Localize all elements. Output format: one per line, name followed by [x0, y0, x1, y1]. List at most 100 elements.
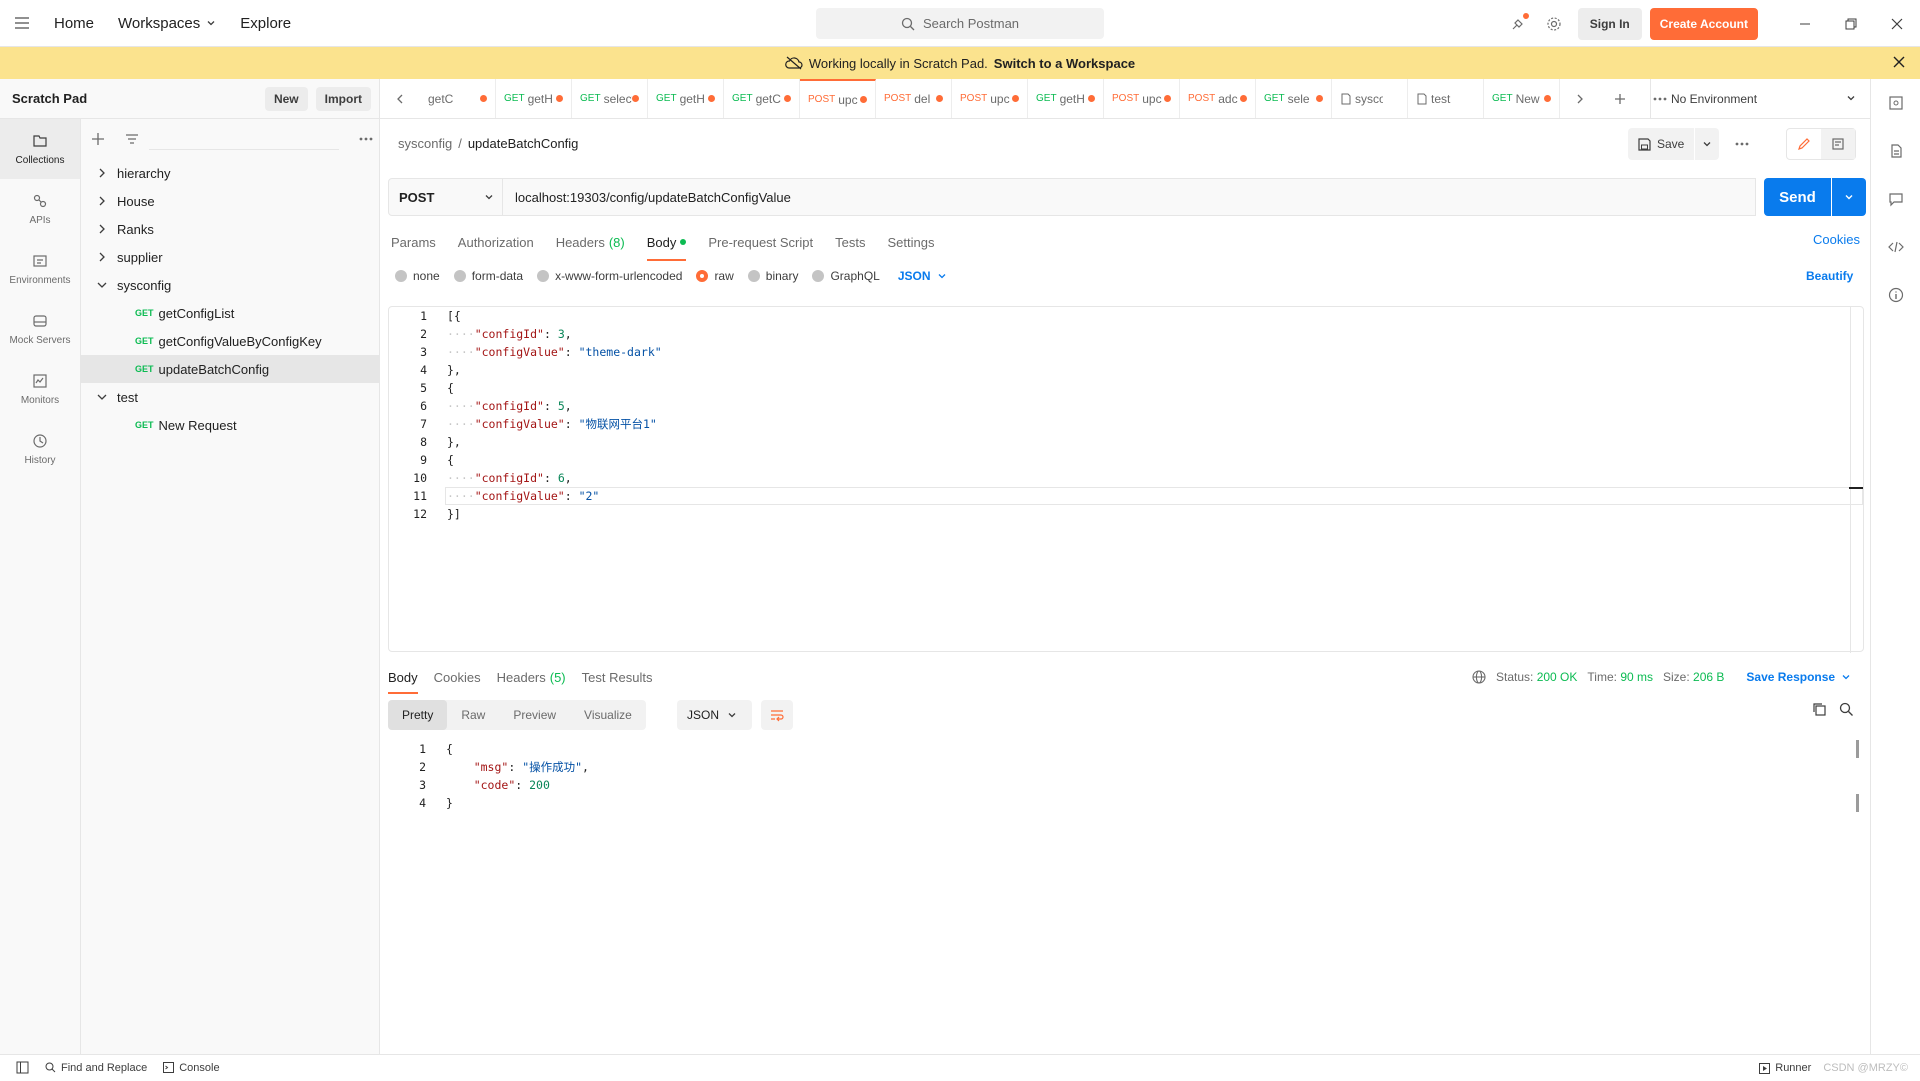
send-button[interactable]: Send — [1764, 178, 1831, 216]
folder-hierarchy[interactable]: hierarchy — [81, 159, 379, 187]
settings-gear-icon[interactable] — [1538, 8, 1570, 40]
minimize-icon[interactable] — [1782, 0, 1828, 47]
raw-type-select[interactable]: JSON — [898, 269, 947, 283]
resp-tab-body[interactable]: Body — [388, 664, 418, 694]
info-icon[interactable] — [1871, 271, 1920, 319]
response-scrollbar-thumb[interactable] — [1856, 740, 1859, 758]
request-tab[interactable]: GET sele — [1256, 79, 1332, 118]
save-button[interactable]: Save — [1628, 128, 1695, 160]
resp-tab-cookies[interactable]: Cookies — [434, 664, 481, 690]
nav-environments[interactable]: Environments — [0, 239, 80, 299]
save-response-button[interactable]: Save Response — [1746, 670, 1851, 684]
globe-icon[interactable] — [1472, 670, 1486, 684]
switch-workspace-link[interactable]: Switch to a Workspace — [994, 56, 1135, 71]
comment-mode-icon[interactable] — [1821, 129, 1855, 159]
radio-binary[interactable]: binary — [747, 269, 798, 283]
request-item[interactable]: GET New Request — [81, 411, 379, 439]
edit-pencil-icon[interactable] — [1787, 129, 1821, 159]
request-more-icon[interactable] — [1735, 142, 1749, 146]
more-options-icon[interactable] — [359, 137, 373, 141]
nav-mock-servers[interactable]: Mock Servers — [0, 299, 80, 359]
satellite-icon[interactable] — [1502, 8, 1534, 40]
workspaces-dropdown[interactable]: Workspaces — [118, 15, 216, 32]
copy-icon[interactable] — [1812, 702, 1827, 717]
request-tab[interactable]: getC — [420, 79, 496, 118]
request-tab[interactable]: GET getH — [1028, 79, 1104, 118]
close-window-icon[interactable] — [1874, 0, 1920, 47]
breadcrumb-collection[interactable]: sysconfig — [398, 136, 452, 151]
tab-body[interactable]: Body — [646, 228, 687, 261]
radio-graphql[interactable]: GraphQL — [812, 269, 880, 283]
tab-params[interactable]: Params — [391, 228, 436, 256]
format-visualize[interactable]: Visualize — [570, 700, 646, 730]
folder-ranks[interactable]: Ranks — [81, 215, 379, 243]
format-raw[interactable]: Raw — [447, 700, 499, 730]
search-icon[interactable] — [1839, 702, 1854, 717]
request-tab[interactable]: GET getC — [724, 79, 800, 118]
tab-headers[interactable]: Headers (8) — [556, 228, 625, 256]
request-tab[interactable]: GET New — [1484, 79, 1560, 118]
filter-input[interactable] — [149, 128, 339, 150]
comments-icon[interactable] — [1871, 175, 1920, 223]
request-tab[interactable]: GET getH — [496, 79, 572, 118]
hamburger-menu-icon[interactable] — [0, 0, 44, 47]
request-tab[interactable]: syscon — [1332, 79, 1408, 118]
url-input[interactable]: localhost:19303/config/updateBatchConfig… — [503, 178, 1756, 216]
radio-form-data[interactable]: form-data — [453, 269, 523, 283]
response-scrollbar-thumb[interactable] — [1856, 794, 1859, 812]
request-tab[interactable]: GETselecti — [572, 79, 648, 118]
request-tab[interactable]: POST upc — [800, 79, 876, 118]
explore-link[interactable]: Explore — [240, 15, 291, 32]
create-account-button[interactable]: Create Account — [1649, 7, 1758, 40]
wrap-lines-icon[interactable] — [761, 700, 793, 730]
request-tab[interactable]: POST upc — [1104, 79, 1180, 118]
nav-apis[interactable]: APIs — [0, 179, 80, 239]
format-pretty[interactable]: Pretty — [388, 700, 448, 730]
environment-select[interactable]: No Environment — [1650, 79, 1870, 119]
request-tab[interactable]: POST del — [876, 79, 952, 118]
runner-button[interactable]: Runner — [1759, 1062, 1811, 1074]
nav-collections[interactable]: Collections — [0, 119, 80, 179]
environment-quicklook-icon[interactable] — [1871, 79, 1920, 127]
radio-raw[interactable]: raw — [696, 269, 734, 283]
folder-test[interactable]: test — [81, 383, 379, 411]
size-group[interactable]: Size: 206 B — [1663, 670, 1724, 684]
code-snippet-icon[interactable] — [1871, 223, 1920, 271]
response-body-viewer[interactable]: 1{ 2 "msg": "操作成功", 3 "code": 200 4} — [388, 740, 1864, 820]
response-language-select[interactable]: JSON — [677, 700, 752, 730]
documentation-icon[interactable] — [1871, 127, 1920, 175]
request-body-editor[interactable]: 1[{ 2 ····"configId": 3, 3 ····"configValu… — [388, 306, 1864, 653]
request-tab[interactable]: test — [1408, 79, 1484, 118]
method-select[interactable]: POST — [388, 178, 503, 216]
beautify-link[interactable]: Beautify — [1806, 269, 1853, 283]
tab-prerequest[interactable]: Pre-request Script — [708, 228, 813, 256]
folder-supplier[interactable]: supplier — [81, 243, 379, 271]
request-item-selected[interactable]: GET updateBatchConfig — [81, 355, 379, 383]
add-icon[interactable] — [91, 132, 105, 146]
search-input[interactable]: Search Postman — [816, 8, 1104, 39]
nav-monitors[interactable]: Monitors — [0, 359, 80, 419]
request-item[interactable]: GET getConfigValueByConfigKey — [81, 327, 379, 355]
request-tab[interactable]: POST upc — [952, 79, 1028, 118]
request-tab[interactable]: POST adc — [1180, 79, 1256, 118]
filter-icon[interactable] — [125, 132, 139, 146]
tab-authorization[interactable]: Authorization — [458, 228, 534, 256]
status-group[interactable]: Status: 200 OK — [1496, 670, 1577, 684]
save-options-chevron-icon[interactable] — [1695, 128, 1720, 160]
breadcrumb-request[interactable]: updateBatchConfig — [468, 136, 579, 151]
new-tab-icon[interactable] — [1600, 79, 1640, 118]
console-button[interactable]: Console — [163, 1062, 220, 1074]
resp-tab-test-results[interactable]: Test Results — [582, 664, 653, 690]
time-group[interactable]: Time: 90 ms — [1587, 670, 1653, 684]
send-options-chevron-icon[interactable] — [1832, 178, 1866, 216]
folder-sysconfig[interactable]: sysconfig — [81, 271, 379, 299]
cookies-link[interactable]: Cookies — [1813, 232, 1860, 247]
home-link[interactable]: Home — [54, 15, 94, 32]
folder-house[interactable]: House — [81, 187, 379, 215]
banner-close-icon[interactable] — [1892, 55, 1906, 69]
toggle-sidebar-icon[interactable] — [16, 1061, 29, 1074]
nav-history[interactable]: History — [0, 419, 80, 479]
restore-icon[interactable] — [1828, 0, 1874, 47]
editor-scrollbar[interactable] — [1850, 307, 1851, 653]
import-button[interactable]: Import — [315, 86, 371, 111]
